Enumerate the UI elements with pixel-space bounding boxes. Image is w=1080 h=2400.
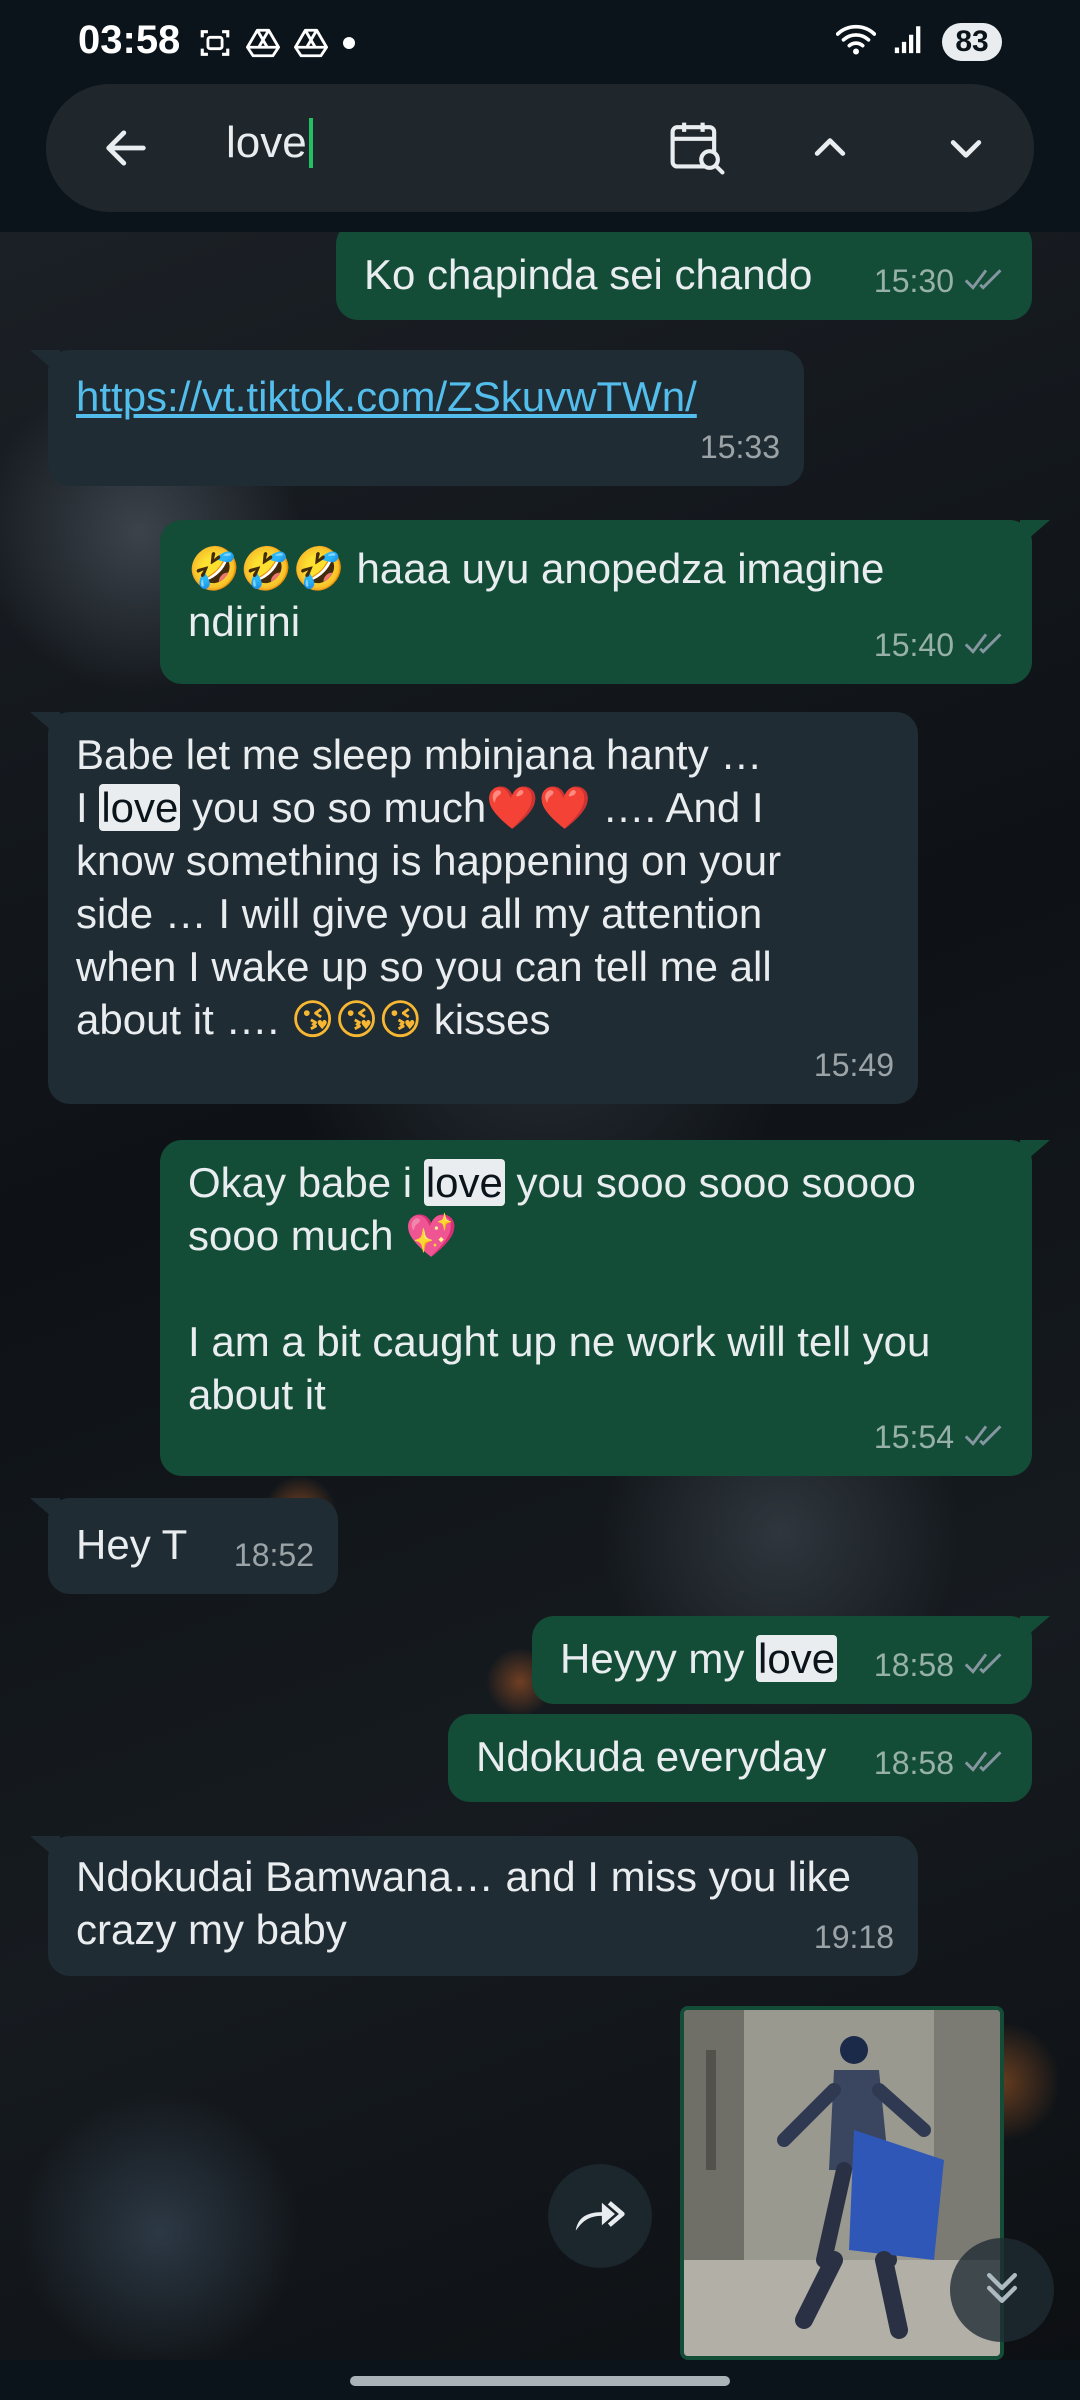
forward-button[interactable] [548,2164,652,2268]
message-link[interactable]: https://vt.tiktok.com/ZSkuvwTWn/ [76,373,697,420]
message-meta: 15:49 [814,1039,894,1092]
drive-icon [294,27,328,64]
bubble-tail [30,712,60,738]
message-incoming[interactable]: https://vt.tiktok.com/ZSkuvwTWn/ 15:33 [30,350,804,486]
search-highlight: love [99,784,181,831]
chat-area[interactable]: Ko chapinda sei chando 15:30 https://vt.… [0,232,1080,2360]
message-outgoing[interactable]: Ndokuda everyday 18:58 [448,1714,1032,1802]
search-header: love [0,84,1080,232]
drive-icon [246,27,280,64]
status-bar: 03:58 83 [0,0,1080,84]
message-meta: 15:33 [700,421,780,474]
read-ticks-icon [964,255,1008,308]
sparkling-heart-emoji: 💖 [405,1211,458,1260]
read-ticks-icon [964,1411,1008,1464]
message-meta: 18:52 [234,1529,314,1582]
message-text-line: Babe let me sleep mbinjana hanty … [76,731,763,778]
bubble-tail [1020,1616,1050,1642]
home-gesture-handle[interactable] [350,2376,730,2386]
message-text-line: Ndokudai Bamwana… and I miss you like [76,1853,852,1900]
message-time: 19:18 [813,1919,894,1955]
message-text-line: sooo much 💖 [188,1211,458,1260]
kiss-emoji: 😘😘😘 [290,995,423,1044]
message-outgoing[interactable]: Okay babe i love you sooo sooo soooo soo… [160,1140,1050,1476]
message-incoming[interactable]: Babe let me sleep mbinjana hanty … I lov… [30,712,918,1104]
message-text: 🤣🤣🤣 haaa uyu anopedza imagine [188,544,885,593]
battery-indicator: 83 [942,22,1002,61]
chevron-up-icon[interactable] [790,108,870,188]
system-icons: 83 [835,22,1002,61]
message-incoming[interactable]: Hey T 18:52 [30,1498,338,1594]
scroll-down-button[interactable] [950,2238,1054,2342]
message-time: 15:33 [699,429,780,465]
message-text-line: when I wake up so you can tell me all [76,943,772,990]
message-meta: 18:58 [874,1737,1008,1790]
message-text-line: I love you so so much❤️❤️ …. And I [76,783,764,832]
search-highlight: love [423,1159,505,1206]
status-time: 03:58 [78,18,181,62]
message-text-line: Okay babe i love you sooo sooo soooo [188,1159,916,1206]
message-outgoing[interactable]: Ko chapinda sei chando 15:30 [336,232,1032,320]
bubble-tail [30,1836,60,1862]
read-ticks-icon [964,1639,1008,1692]
message-meta: 15:30 [874,255,1008,308]
calendar-search-icon[interactable] [658,108,738,188]
message-outgoing[interactable]: Heyyy my love 18:58 [532,1616,1050,1704]
message-time: 18:52 [233,1537,314,1573]
message-meta: 15:54 [874,1411,1008,1464]
laughing-emoji: 🤣🤣🤣 [188,544,345,593]
notification-icons [198,26,356,65]
forward-icon [572,2192,628,2241]
heart-emoji: ❤️❤️ [486,783,591,832]
search-query: love [226,118,307,167]
bubble-tail [1020,1140,1050,1166]
bubble-tail [30,350,60,376]
screenshot-icon [198,26,232,65]
message-text-line: about it …. 😘😘😘 kisses [76,995,551,1044]
dot-icon [342,36,356,55]
message-meta: 15:40 [874,619,1008,672]
message-incoming[interactable]: Ndokudai Bamwana… and I miss you like cr… [30,1836,918,1976]
message-time: 15:49 [813,1047,894,1083]
message-time: 18:58 [873,1647,954,1683]
wifi-icon [835,22,877,61]
message-meta: 18:58 [874,1639,1008,1692]
bubble-tail [1020,520,1050,546]
message-text-line: know something is happening on your [76,837,782,884]
message-time: 15:40 [873,627,954,663]
double-chevron-down-icon [980,2266,1024,2315]
read-ticks-icon [964,619,1008,672]
message-text-line: side … I will give you all my attention [76,890,763,937]
chevron-down-icon[interactable] [926,108,1006,188]
message-time: 15:30 [873,263,954,299]
text-cursor [308,118,313,168]
search-input[interactable]: love [226,118,313,168]
message-time: 15:54 [873,1419,954,1455]
search-highlight: love [756,1635,838,1682]
message-text-line: crazy my baby [76,1906,347,1953]
message-time: 18:58 [873,1745,954,1781]
read-ticks-icon [964,1737,1008,1790]
message-outgoing[interactable]: 🤣🤣🤣 haaa uyu anopedza imagine ndirini 15… [160,520,1050,684]
navigation-bar [0,2360,1080,2400]
back-arrow-icon[interactable] [86,108,166,188]
message-text-line: I am a bit caught up ne work will tell y… [188,1318,931,1365]
bubble-tail [30,1498,60,1524]
search-bar: love [46,84,1034,212]
signal-icon [892,22,926,61]
message-meta: 19:18 [814,1911,894,1964]
